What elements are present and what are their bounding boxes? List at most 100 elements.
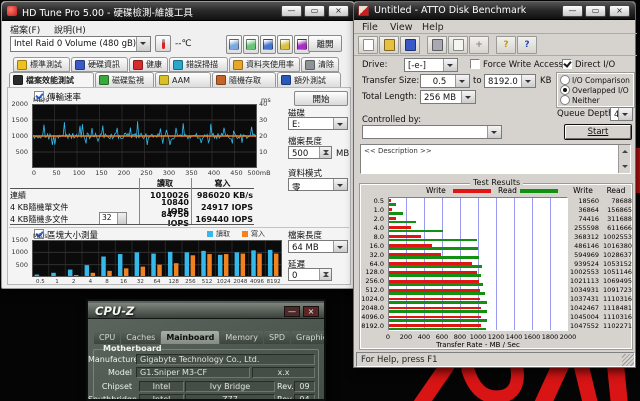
close-button[interactable]: × <box>303 306 319 317</box>
drive-select[interactable]: [-e-] <box>404 58 458 72</box>
read-value: 1110316 <box>600 295 632 304</box>
delay-spinner[interactable]: 0 <box>288 268 332 281</box>
menu-help[interactable]: 說明(H) <box>54 23 86 36</box>
save-button[interactable] <box>260 35 276 54</box>
minimize-button[interactable]: — <box>281 5 302 17</box>
tab-error-scan[interactable]: 錯誤掃描 <box>169 57 228 72</box>
transfer-size-from[interactable]: 0.5 <box>420 74 470 88</box>
disk-select[interactable]: E: <box>288 117 348 130</box>
neither-radio[interactable] <box>560 95 570 105</box>
io-comparison-radio[interactable] <box>560 75 570 85</box>
print-preview-button[interactable] <box>448 36 468 54</box>
tab-extra-tests[interactable]: 額外測試 <box>277 72 341 88</box>
copy-add-button[interactable] <box>243 35 259 54</box>
new-file-button[interactable] <box>358 36 378 54</box>
queue-depth-select[interactable]: 4 <box>610 107 633 121</box>
save-icon <box>263 39 273 50</box>
save-button[interactable] <box>400 36 420 54</box>
exit-button[interactable]: 離開 <box>308 35 342 52</box>
tab-cpu[interactable]: CPU <box>94 331 120 344</box>
tab-random-access[interactable]: 隨機存取 <box>212 72 276 88</box>
spinner-arrows-icon[interactable] <box>319 147 331 158</box>
minimize-button[interactable]: — <box>562 5 583 17</box>
help-button[interactable]: ? <box>496 36 516 54</box>
read-value: 84750 IOPS <box>139 210 191 228</box>
close-button[interactable]: × <box>609 5 630 17</box>
context-help-button[interactable]: ? <box>517 36 537 54</box>
tab-health[interactable]: 健康 <box>129 57 168 72</box>
cpuz-titlebar[interactable]: CPU-Z — × <box>88 303 324 319</box>
chevron-down-icon <box>487 126 501 138</box>
direct-io-checkbox[interactable] <box>562 59 572 69</box>
options-button[interactable] <box>277 35 293 54</box>
tab-disk-monitor[interactable]: 磁碟監視 <box>95 72 154 88</box>
tab-disk-info[interactable]: 硬碟資訊 <box>71 57 128 72</box>
read-value: 311688 <box>600 215 632 224</box>
write-value: 74416 <box>567 215 599 224</box>
row-label: 64.0 <box>358 260 384 269</box>
atto-titlebar[interactable]: Untitled - ATTO Disk Benchmark — ▭ × <box>354 2 635 20</box>
file-length-unit: MB <box>336 149 349 159</box>
tab-erase[interactable]: 清除 <box>301 57 339 72</box>
tab-standard-test[interactable]: 標準測試 <box>13 57 70 72</box>
temperature-button[interactable] <box>155 35 171 52</box>
hdtune-titlebar[interactable]: HD Tune Pro 5.00 - 硬碟檢測-維護工具 — ▭ × <box>2 2 354 21</box>
menu-help[interactable]: Help <box>422 22 444 33</box>
file-length2-select[interactable]: 64 MB <box>288 240 348 253</box>
tab-file-benchmark[interactable]: 檔案效能測試 <box>9 72 94 88</box>
menu-file[interactable]: 檔案(F) <box>10 23 40 36</box>
data-mode-select[interactable]: 零 <box>288 178 348 191</box>
gridline <box>514 198 515 330</box>
atto-window: Untitled - ATTO Disk Benchmark — ▭ × Fil… <box>353 1 636 368</box>
exit-label: 離開 <box>316 38 333 50</box>
read-bar <box>389 239 477 242</box>
minimize-button[interactable]: — <box>284 306 300 317</box>
column-divider <box>139 178 140 224</box>
chart-y2-ticks: 10203040 <box>259 104 273 168</box>
disk-monitor-icon <box>99 75 109 85</box>
description-scrollbar[interactable] <box>618 145 630 173</box>
io-comparison-label: I/O Comparison <box>572 76 630 85</box>
menu-view[interactable]: View <box>390 22 413 33</box>
legend-read-swatch <box>520 189 558 193</box>
total-length-select[interactable]: 256 MB <box>420 90 476 104</box>
spinner-arrows-icon[interactable] <box>117 213 126 224</box>
start-button[interactable]: Start <box>564 124 632 140</box>
transfer-size-to[interactable]: 8192.0 <box>484 74 536 88</box>
maximize-button[interactable]: ▭ <box>585 5 606 17</box>
tab-memory[interactable]: Memory <box>220 331 263 344</box>
thread-count-spinner[interactable]: 32 <box>99 212 127 225</box>
tab-spd[interactable]: SPD <box>264 331 290 344</box>
description-box[interactable]: << Description >> <box>360 144 631 174</box>
controlled-by-select[interactable] <box>362 125 502 139</box>
copy-button[interactable] <box>226 35 242 54</box>
y2-tick: 10 <box>259 149 267 156</box>
tab-folder-usage[interactable]: 資料夾使用率 <box>229 57 300 72</box>
drive-select[interactable]: Intel Raid 0 Volume (480 gB) <box>10 36 151 52</box>
open-button[interactable] <box>379 36 399 54</box>
print-button[interactable] <box>427 36 447 54</box>
chipset-name-field: Ivy Bridge <box>185 381 275 392</box>
menu-file[interactable]: File <box>362 22 378 33</box>
transfer-size-to-value: 8192.0 <box>488 77 521 87</box>
close-button[interactable]: × <box>328 5 349 17</box>
maximize-button[interactable]: ▭ <box>304 5 325 17</box>
tab-graphics[interactable]: Graphics <box>291 331 326 344</box>
pan-button[interactable]: + <box>469 36 489 54</box>
write-value: 486146 <box>567 242 599 251</box>
spinner-arrows-icon[interactable] <box>319 269 331 280</box>
tab-label: 清除 <box>318 59 334 70</box>
magnifier-icon <box>173 60 183 70</box>
start-button[interactable]: 開始 <box>294 91 348 106</box>
tab-caches[interactable]: Caches <box>121 331 160 344</box>
resize-grip[interactable] <box>622 354 634 366</box>
scroll-up-icon[interactable] <box>622 147 628 153</box>
force-write-checkbox[interactable] <box>470 59 480 69</box>
file-length-spinner[interactable]: 500 <box>288 146 332 159</box>
read-bar <box>389 203 396 206</box>
overlapped-io-radio[interactable] <box>560 85 570 95</box>
legend-read-label: 讀取 <box>216 231 230 238</box>
tab-mainboard[interactable]: Mainboard <box>161 331 219 344</box>
tab-aam[interactable]: AAM <box>155 72 211 88</box>
scroll-down-icon[interactable] <box>622 165 628 171</box>
